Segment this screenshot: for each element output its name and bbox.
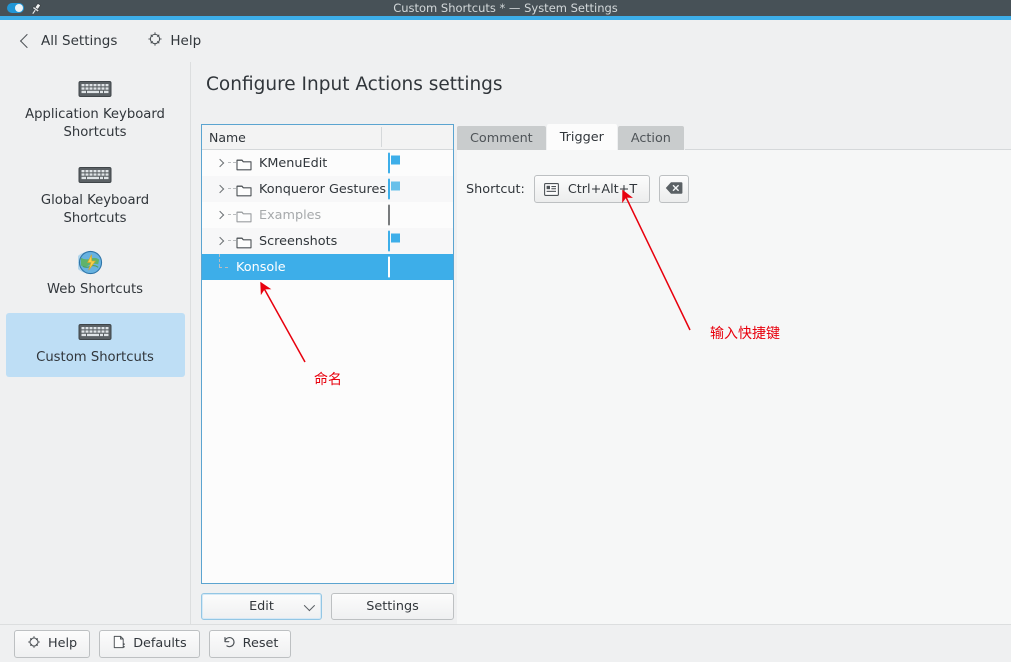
tab-comment[interactable]: Comment <box>457 126 546 150</box>
shortcut-row: Shortcut: Ctrl+Alt+T <box>466 175 690 203</box>
folder-icon <box>236 156 252 171</box>
table-row[interactable]: Konsole <box>202 254 453 280</box>
chevron-left-icon <box>19 33 35 49</box>
toolbar-help-button[interactable]: Help <box>139 27 209 55</box>
clear-shortcut-button[interactable] <box>659 175 690 203</box>
sidebar-item-application-keyboard-shortcuts[interactable]: Application Keyboard Shortcuts <box>6 70 185 152</box>
keyboard-icon <box>78 321 112 342</box>
detail-tabbar: Comment Trigger Action <box>457 124 1011 150</box>
backspace-clear-icon <box>665 180 683 199</box>
shortcut-value: Ctrl+Alt+T <box>567 181 638 197</box>
annotation-label-shortcut: 输入快捷键 <box>710 326 780 342</box>
table-cell-enabled[interactable] <box>388 230 390 252</box>
shortcut-label: Shortcut: <box>466 181 525 197</box>
footer-help-button[interactable]: Help <box>14 629 91 658</box>
folder-icon <box>236 182 252 197</box>
footer-button-label: Defaults <box>133 636 187 651</box>
sidebar-item-label: Application Keyboard Shortcuts <box>25 107 165 140</box>
kde-gear-icon <box>147 31 163 51</box>
edit-button-label: Edit <box>249 599 274 614</box>
tab-label: Action <box>630 130 671 146</box>
kde-gear-icon <box>27 635 41 653</box>
shortcut-capture-button[interactable]: Ctrl+Alt+T <box>533 175 651 203</box>
page-title: Configure Input Actions settings <box>206 74 503 95</box>
chevron-right-icon[interactable] <box>212 184 228 194</box>
undo-arrow-icon <box>222 635 236 653</box>
table-cell-name: Konsole <box>236 259 286 275</box>
footer-button-label: Help <box>48 636 78 651</box>
tree-branch-line <box>212 254 236 280</box>
settings-button-label: Settings <box>366 599 419 614</box>
keyboard-icon <box>78 78 112 99</box>
all-settings-button[interactable]: All Settings <box>14 27 125 55</box>
toolbar-help-label: Help <box>170 33 202 49</box>
all-settings-label: All Settings <box>41 33 118 49</box>
keyboard-shortcut-icon <box>543 182 559 196</box>
shortcut-tree-panel[interactable]: Name KMenuEdit Konqueror Gestures Exampl… <box>201 124 454 584</box>
table-cell-enabled[interactable] <box>388 204 390 226</box>
table-row[interactable]: Examples <box>202 202 453 228</box>
chevron-right-icon[interactable] <box>212 210 228 220</box>
sidebar-item-label: Custom Shortcuts <box>36 350 154 365</box>
detail-panel: Comment Trigger Action Shortcut: Ctrl+Al… <box>457 124 1011 624</box>
table-row[interactable]: KMenuEdit <box>202 150 453 176</box>
tab-action[interactable]: Action <box>617 126 684 150</box>
sidebar-item-label: Web Shortcuts <box>47 282 143 297</box>
chevron-right-icon[interactable] <box>212 158 228 168</box>
footer-bar: Help Defaults Reset <box>0 624 1011 662</box>
content-area: Configure Input Actions settings Name KM <box>192 62 1011 624</box>
tab-label: Trigger <box>559 129 604 145</box>
table-row[interactable]: Konqueror Gestures <box>202 176 453 202</box>
keyboard-icon <box>78 164 112 185</box>
tab-trigger[interactable]: Trigger <box>546 124 617 150</box>
main-toolbar: All Settings Help <box>0 20 1011 62</box>
chevron-down-icon <box>303 599 316 611</box>
table-cell-name: Screenshots <box>259 233 338 249</box>
footer-defaults-button[interactable]: Defaults <box>99 629 200 658</box>
folder-icon <box>236 234 252 249</box>
tree-header: Name <box>202 125 453 150</box>
edit-dropdown-button[interactable]: Edit <box>201 593 322 620</box>
system-settings-window: Custom Shortcuts * — System Settings All… <box>0 0 1011 662</box>
pin-icon[interactable] <box>29 1 43 15</box>
sidebar-item-custom-shortcuts[interactable]: Custom Shortcuts <box>5 313 185 377</box>
sidebar: Application Keyboard Shortcuts Global Ke… <box>0 62 191 624</box>
window-title: Custom Shortcuts * — System Settings <box>393 1 618 15</box>
tree-column-divider[interactable] <box>381 127 382 147</box>
tab-label: Comment <box>470 130 533 146</box>
table-cell-name: Examples <box>259 207 322 223</box>
sidebar-item-label: Global Keyboard Shortcuts <box>40 193 150 226</box>
table-cell-enabled[interactable] <box>388 152 390 174</box>
annotation-label-naming: 命名 <box>314 372 342 388</box>
document-revert-icon <box>112 635 126 653</box>
window-titlebar: Custom Shortcuts * — System Settings <box>0 0 1011 16</box>
folder-icon <box>236 208 252 223</box>
table-cell-name: Konqueror Gestures <box>259 181 387 197</box>
tree-column-name[interactable]: Name <box>202 130 381 145</box>
footer-reset-button[interactable]: Reset <box>208 629 292 658</box>
table-row[interactable]: Screenshots <box>202 228 453 254</box>
settings-button[interactable]: Settings <box>331 593 454 620</box>
table-cell-name: KMenuEdit <box>259 155 328 171</box>
table-cell-enabled[interactable] <box>388 178 390 200</box>
sidebar-item-global-keyboard-shortcuts[interactable]: Global Keyboard Shortcuts <box>6 156 185 238</box>
sidebar-item-web-shortcuts[interactable]: Web Shortcuts <box>6 242 185 309</box>
globe-icon <box>75 250 112 275</box>
trigger-tab-panel: Shortcut: Ctrl+Alt+T <box>457 150 1011 624</box>
footer-button-label: Reset <box>242 636 279 651</box>
chevron-right-icon[interactable] <box>212 236 228 246</box>
table-cell-enabled[interactable] <box>388 256 390 278</box>
toggle-switch-icon[interactable] <box>7 3 24 13</box>
